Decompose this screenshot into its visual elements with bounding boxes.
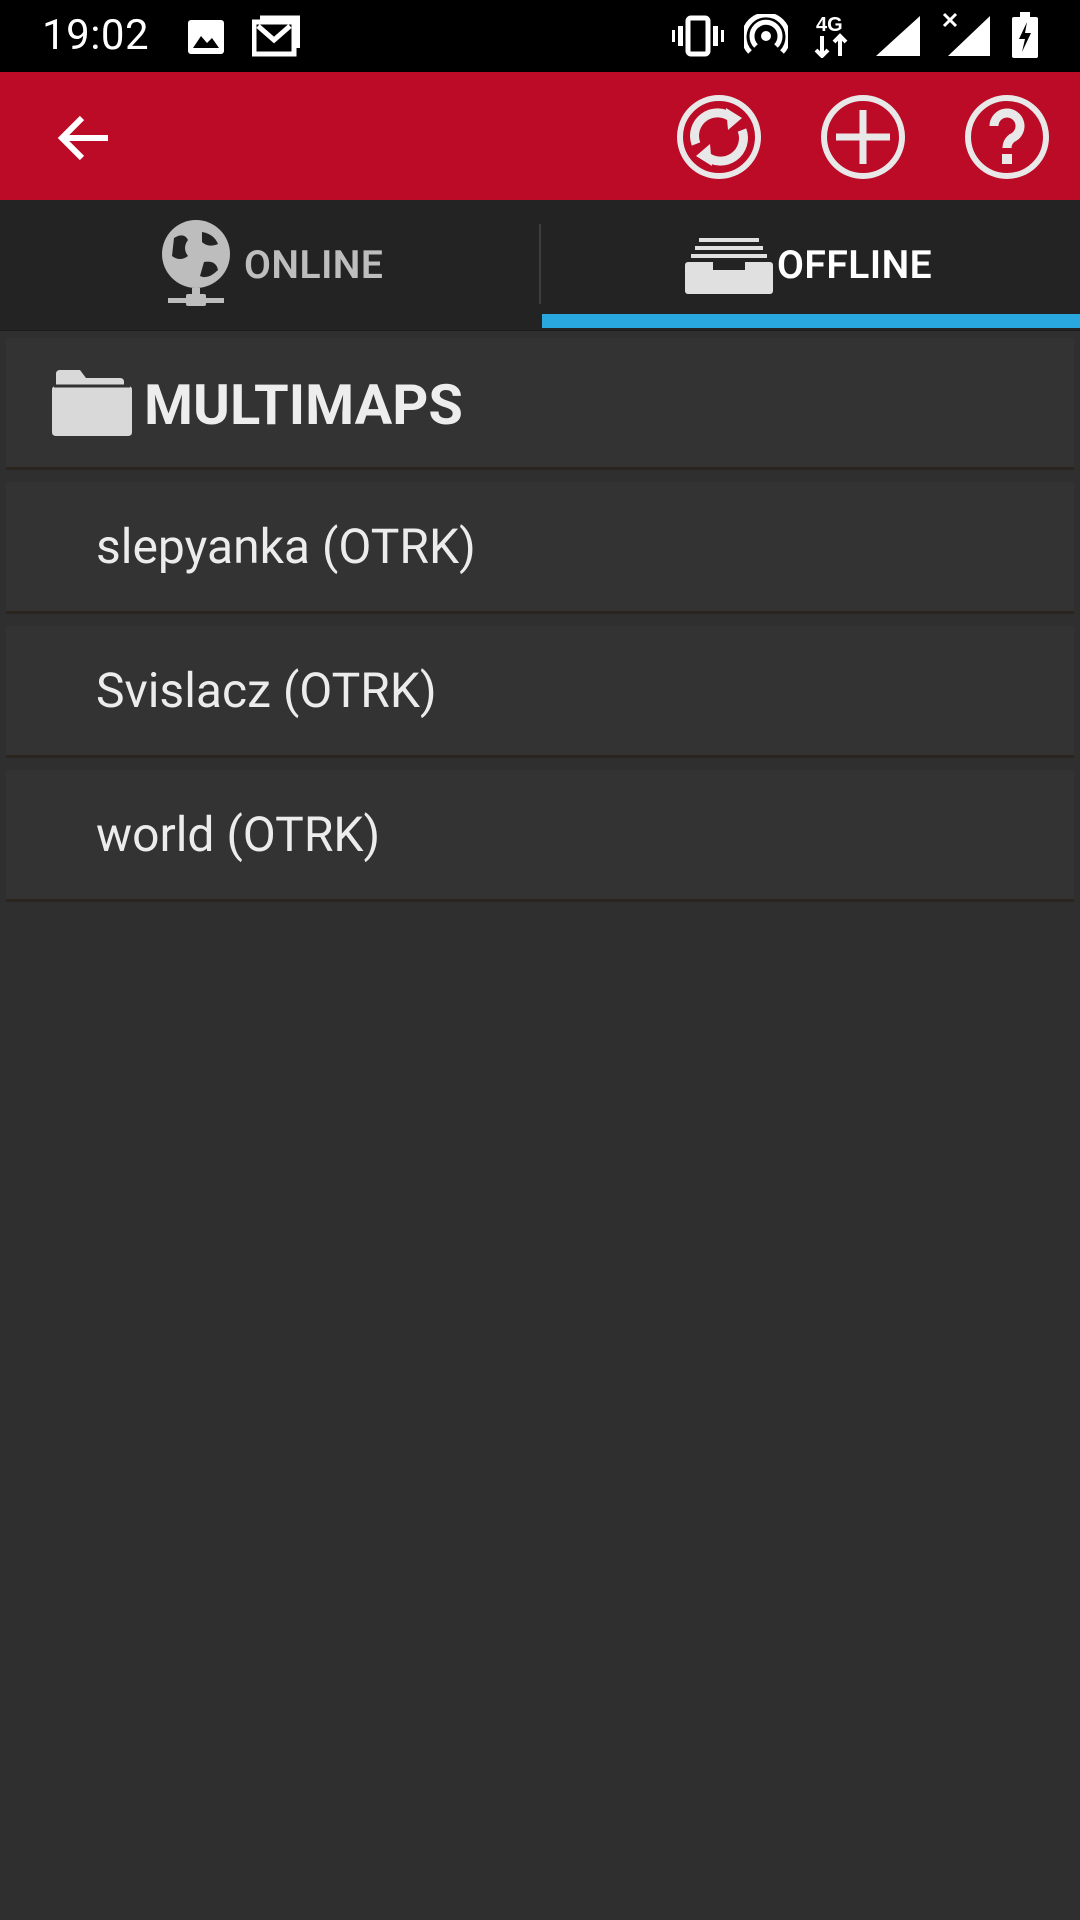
list-item-label: slepyanka (OTRK) — [96, 518, 476, 575]
battery-charging-icon — [1012, 12, 1038, 58]
storage-tray-icon — [685, 238, 773, 294]
list-item[interactable]: world (OTRK) — [6, 770, 1074, 902]
signal-icon — [876, 16, 920, 56]
globe-icon — [162, 220, 230, 306]
list-header-label: MULTIMAPS — [144, 372, 463, 438]
add-icon[interactable] — [820, 94, 906, 180]
help-icon[interactable] — [964, 94, 1050, 180]
vibrate-icon — [672, 15, 724, 57]
mail-icon — [252, 15, 300, 57]
app-bar — [0, 72, 1080, 200]
list-item[interactable]: slepyanka (OTRK) — [6, 482, 1074, 614]
list-item-label: world (OTRK) — [96, 806, 381, 863]
image-icon — [188, 20, 224, 54]
hotspot-icon — [744, 14, 788, 54]
tab-offline[interactable]: OFFLINE — [541, 200, 1080, 330]
arrow-left-icon[interactable] — [56, 112, 112, 164]
tab-online-label: ONLINE — [244, 242, 384, 288]
list-header-multimaps[interactable]: MULTIMAPS — [6, 338, 1074, 470]
status-time: 19:02 — [42, 11, 150, 60]
tab-selected-indicator — [542, 314, 1080, 328]
signal-no-service-icon — [942, 12, 990, 56]
tab-online[interactable]: ONLINE — [0, 200, 540, 330]
network-4g-icon: 4G — [814, 14, 848, 58]
svg-text:4G: 4G — [816, 14, 843, 36]
sync-icon[interactable] — [676, 94, 762, 180]
list-item[interactable]: Svislacz (OTRK) — [6, 626, 1074, 758]
status-bar: 19:02 4G — [0, 0, 1080, 72]
tab-offline-label: OFFLINE — [777, 242, 933, 288]
map-list: MULTIMAPS slepyanka (OTRK) Svislacz (OTR… — [6, 338, 1074, 914]
tab-bar: ONLINE OFFLINE — [0, 200, 1080, 331]
folder-icon — [52, 370, 132, 436]
list-item-label: Svislacz (OTRK) — [96, 662, 437, 719]
